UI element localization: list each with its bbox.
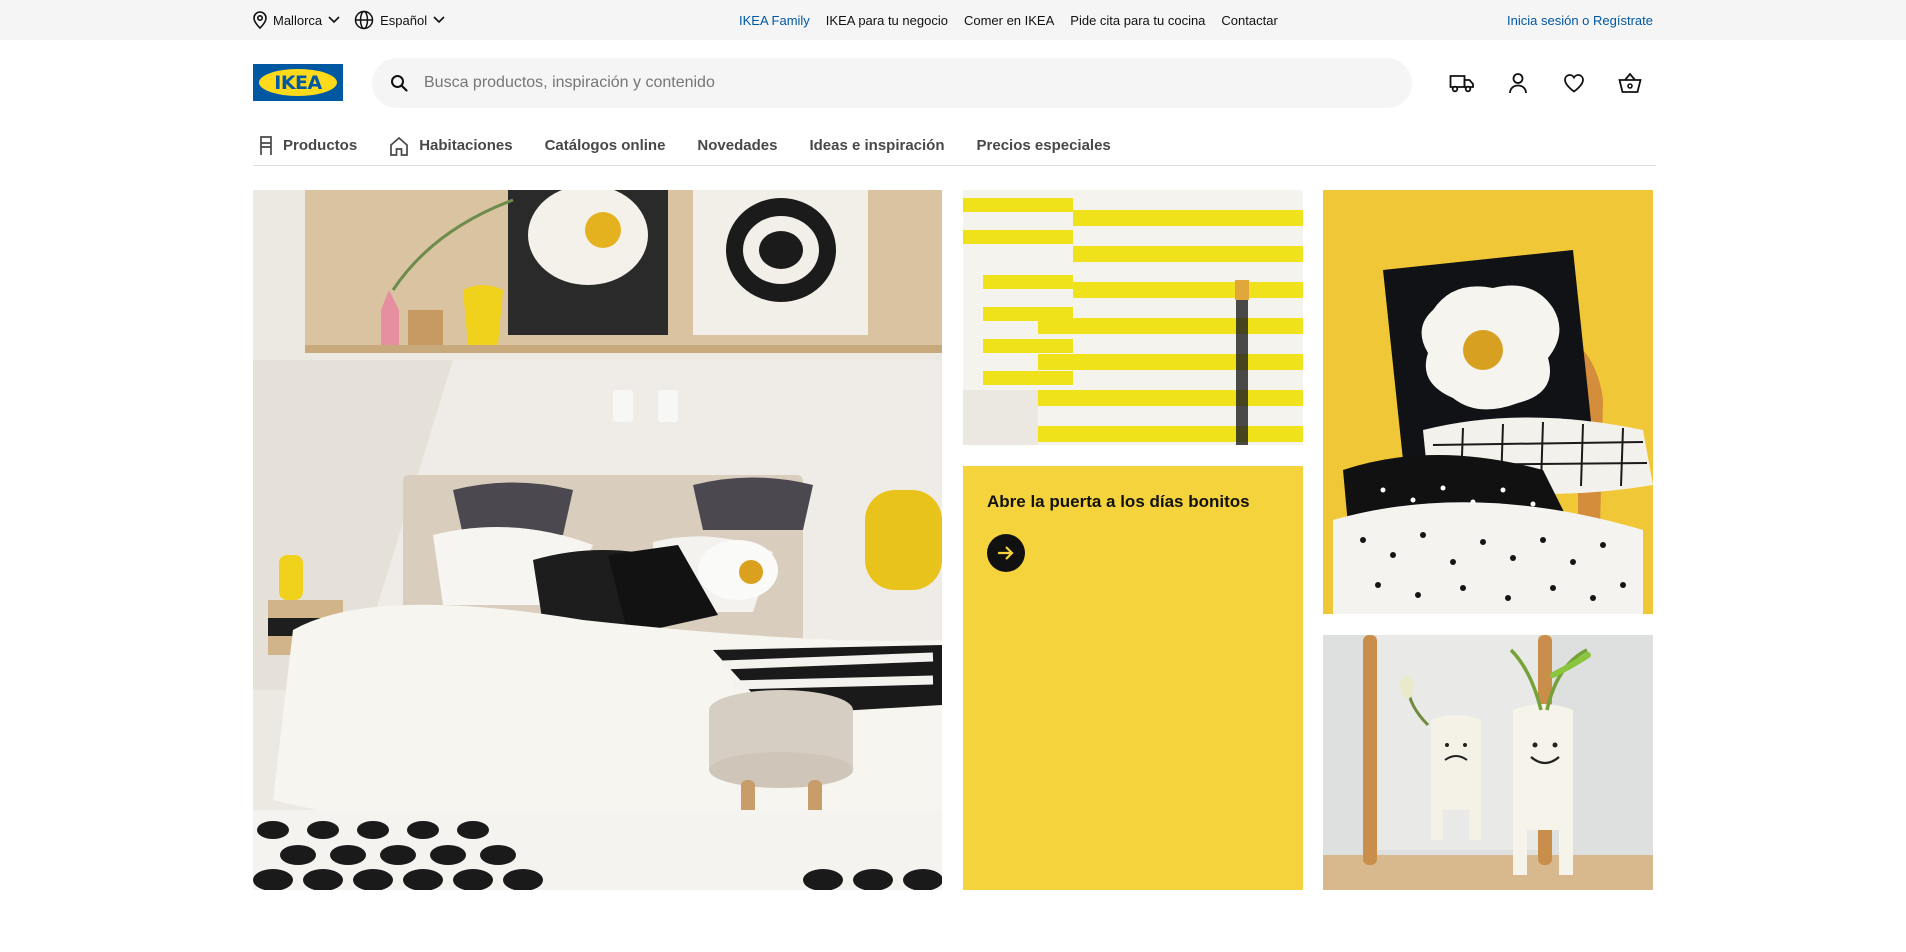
ikea-logo[interactable]: IKEA xyxy=(253,64,343,101)
nav-item-ideas[interactable]: Ideas e inspiración xyxy=(809,133,944,159)
logo-oval: IKEA xyxy=(259,69,337,96)
search-bar[interactable] xyxy=(372,58,1412,108)
basket-icon[interactable] xyxy=(1617,68,1643,98)
nav-item-label: Habitaciones xyxy=(419,137,513,154)
home-icon xyxy=(390,136,409,156)
nav-item-catalogs[interactable]: Catálogos online xyxy=(545,133,666,159)
location-pin-icon xyxy=(253,11,267,29)
search-icon[interactable] xyxy=(390,74,408,92)
globe-icon xyxy=(354,10,374,30)
bedroom-hero-image[interactable] xyxy=(253,190,942,890)
link-eat-at-ikea[interactable]: Comer en IKEA xyxy=(964,13,1054,28)
header-icons xyxy=(1449,68,1643,98)
nav-item-label: Productos xyxy=(283,137,358,154)
promo-title: Abre la puerta a los días bonitos xyxy=(987,492,1250,511)
promo-card[interactable]: Abre la puerta a los días bonitos xyxy=(963,466,1303,890)
top-links: IKEA Family IKEA para tu negocio Comer e… xyxy=(739,0,1278,40)
chevron-down-icon xyxy=(433,16,445,24)
nav-item-products[interactable]: Productos xyxy=(259,133,357,159)
face-vases-image[interactable] xyxy=(1323,635,1653,890)
language-selector[interactable]: Español xyxy=(354,10,445,30)
main-navigation: Productos Habitaciones Catálogos online … xyxy=(253,126,1656,166)
locale-selectors: Mallorca Español xyxy=(253,0,445,40)
heart-icon[interactable] xyxy=(1561,68,1587,98)
user-icon[interactable] xyxy=(1505,68,1531,98)
arrow-right-icon xyxy=(998,546,1014,560)
nav-item-rooms[interactable]: Habitaciones xyxy=(389,133,513,159)
link-ikea-family[interactable]: IKEA Family xyxy=(739,13,810,28)
location-selector[interactable]: Mallorca xyxy=(253,11,340,29)
nav-item-offers[interactable]: Precios especiales xyxy=(977,133,1111,159)
link-contact[interactable]: Contactar xyxy=(1221,13,1277,28)
top-utility-bar: Mallorca Español IKEA Family IKEA para t… xyxy=(0,0,1906,40)
link-kitchen-appointment[interactable]: Pide cita para tu cocina xyxy=(1070,13,1205,28)
delivery-truck-icon[interactable] xyxy=(1449,68,1475,98)
location-label: Mallorca xyxy=(273,12,323,28)
login-link[interactable]: Inicia sesión o Regístrate xyxy=(1507,0,1653,40)
search-input[interactable] xyxy=(424,74,1324,92)
chair-icon xyxy=(260,135,272,155)
nav-item-label: Novedades xyxy=(697,137,778,154)
nav-item-new[interactable]: Novedades xyxy=(697,133,777,159)
nav-item-label: Catálogos online xyxy=(544,137,666,154)
nav-item-label: Precios especiales xyxy=(976,137,1111,154)
nav-item-label: Ideas e inspiración xyxy=(809,137,945,154)
chevron-down-icon xyxy=(328,16,340,24)
link-ikea-business[interactable]: IKEA para tu negocio xyxy=(826,13,948,28)
logo-text: IKEA xyxy=(274,71,322,94)
language-label: Español xyxy=(380,12,428,28)
promo-arrow-button[interactable] xyxy=(987,534,1025,572)
striped-curtain-image[interactable] xyxy=(963,190,1303,445)
egg-cushion-image[interactable] xyxy=(1323,190,1653,614)
